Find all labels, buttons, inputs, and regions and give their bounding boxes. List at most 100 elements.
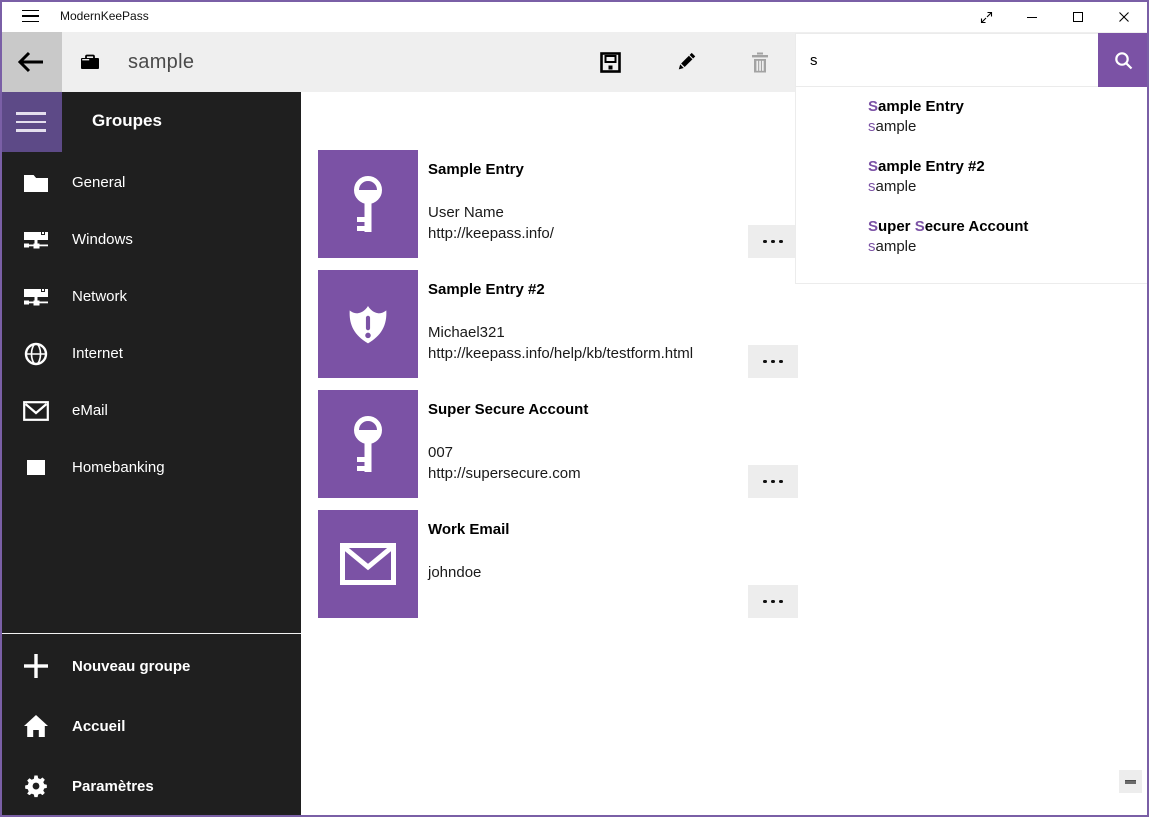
square-icon — [18, 459, 54, 476]
nav-menu-button[interactable] — [0, 92, 62, 152]
entry-details: Michael321 http://keepass.info/help/kb/t… — [428, 322, 693, 364]
folder-icon — [18, 173, 54, 193]
entry-url: http://keepass.info/help/kb/testform.htm… — [428, 343, 693, 364]
shield-alert-icon — [339, 297, 397, 351]
entry-tile — [318, 270, 418, 378]
suggestion-title: Super Secure Account — [868, 217, 1147, 237]
more-icon — [763, 240, 767, 244]
suggestion-title: Sample Entry #2 — [868, 157, 1147, 177]
suggestion-title: Sample Entry — [868, 97, 1147, 117]
entry-more-button[interactable] — [748, 345, 798, 378]
database-badge — [80, 32, 100, 92]
more-icon — [763, 600, 767, 604]
entry-tile — [318, 390, 418, 498]
suggestion-subtitle: sample — [868, 177, 1147, 197]
back-button[interactable] — [0, 32, 62, 92]
sidebar-item-label: Network — [72, 288, 127, 305]
sidebar: Groupes General Windows — [0, 92, 301, 817]
magnifier-icon — [1114, 51, 1133, 70]
fullscreen-icon — [980, 11, 993, 24]
save-icon — [600, 52, 621, 73]
sidebar-item-label: Internet — [72, 345, 123, 362]
entry-row-sample-entry[interactable]: Sample Entry User Name http://keepass.in… — [318, 150, 798, 258]
sidebar-item-windows[interactable]: Windows — [0, 211, 301, 268]
globe-icon — [18, 342, 54, 366]
briefcase-icon — [80, 54, 100, 70]
gear-icon — [18, 774, 54, 798]
plus-icon — [18, 653, 54, 679]
entry-row-super-secure-account[interactable]: Super Secure Account 007 http://supersec… — [318, 390, 798, 498]
sidebar-item-email[interactable]: eMail — [0, 382, 301, 439]
entry-row-work-email[interactable]: Work Email johndoe — [318, 510, 798, 618]
network-icon — [18, 286, 54, 307]
trash-icon — [750, 52, 770, 73]
entry-title: Super Secure Account — [428, 400, 588, 420]
entry-details: 007 http://supersecure.com — [428, 442, 581, 484]
entry-title: Sample Entry — [428, 160, 524, 180]
suggestion-item[interactable]: Super Secure Account sample — [868, 217, 1147, 257]
group-list: General Windows — [0, 154, 301, 496]
entry-details: johndoe — [428, 562, 481, 583]
entry-list: Sample Entry User Name http://keepass.in… — [318, 150, 798, 630]
sidebar-item-label: Windows — [72, 231, 133, 248]
sidebar-item-network[interactable]: Network — [0, 268, 301, 325]
search-box: s — [795, 33, 1148, 87]
entry-url: http://keepass.info/ — [428, 223, 554, 244]
hamburger-icon — [16, 112, 46, 115]
sidebar-item-label: Paramètres — [72, 778, 154, 795]
back-arrow-icon — [16, 50, 46, 74]
sidebar-item-home[interactable]: Accueil — [0, 696, 301, 756]
search-input[interactable]: s — [795, 33, 1098, 87]
key-icon — [345, 414, 391, 474]
zoom-out-button[interactable] — [1119, 770, 1142, 793]
home-icon — [18, 714, 54, 738]
save-button[interactable] — [586, 38, 634, 86]
sidebar-item-homebanking[interactable]: Homebanking — [0, 439, 301, 496]
search-suggestions: Sample Entry sample Sample Entry #2 samp… — [795, 87, 1148, 284]
network-icon — [18, 229, 54, 250]
entry-more-button[interactable] — [748, 585, 798, 618]
entry-more-button[interactable] — [748, 225, 798, 258]
mail-icon — [18, 401, 54, 421]
sidebar-item-label: General — [72, 174, 125, 191]
app-window: ModernKeePass — [0, 0, 1149, 817]
maximize-icon — [1072, 11, 1084, 23]
sidebar-item-general[interactable]: General — [0, 154, 301, 211]
hamburger-icon — [22, 10, 39, 12]
search-button[interactable] — [1098, 33, 1148, 87]
entry-more-button[interactable] — [748, 465, 798, 498]
titlebar-menu-button[interactable] — [13, 0, 47, 32]
entry-url: http://supersecure.com — [428, 463, 581, 484]
more-icon — [763, 480, 767, 484]
suggestion-item[interactable]: Sample Entry #2 sample — [868, 157, 1147, 197]
sidebar-item-settings[interactable]: Paramètres — [0, 756, 301, 816]
minus-icon — [1125, 780, 1136, 784]
maximize-button[interactable] — [1055, 2, 1101, 32]
entry-row-sample-entry-2[interactable]: Sample Entry #2 Michael321 http://keepas… — [318, 270, 798, 378]
window-controls — [963, 2, 1147, 32]
fullscreen-button[interactable] — [963, 2, 1009, 32]
key-icon — [345, 174, 391, 234]
edit-pencil-icon — [675, 51, 697, 73]
database-title: sample — [128, 32, 194, 92]
entry-title: Sample Entry #2 — [428, 280, 545, 300]
minimize-icon — [1026, 11, 1038, 23]
more-icon — [763, 360, 767, 364]
mail-icon — [340, 543, 396, 585]
sidebar-item-new-group[interactable]: Nouveau groupe — [0, 636, 301, 696]
suggestion-item[interactable]: Sample Entry sample — [868, 97, 1147, 137]
entry-details: User Name http://keepass.info/ — [428, 202, 554, 244]
entry-username: johndoe — [428, 562, 481, 583]
groups-header: Groupes — [92, 111, 162, 131]
minimize-button[interactable] — [1009, 2, 1055, 32]
sidebar-item-internet[interactable]: Internet — [0, 325, 301, 382]
close-button[interactable] — [1101, 2, 1147, 32]
edit-button[interactable] — [662, 38, 710, 86]
window-title: ModernKeePass — [60, 0, 149, 32]
sidebar-item-label: eMail — [72, 402, 108, 419]
delete-button[interactable] — [736, 38, 784, 86]
sidebar-item-label: Accueil — [72, 718, 125, 735]
entry-username: 007 — [428, 442, 581, 463]
sidebar-actions: Nouveau groupe Accueil Paramètres — [0, 636, 301, 816]
sidebar-divider — [0, 633, 301, 634]
